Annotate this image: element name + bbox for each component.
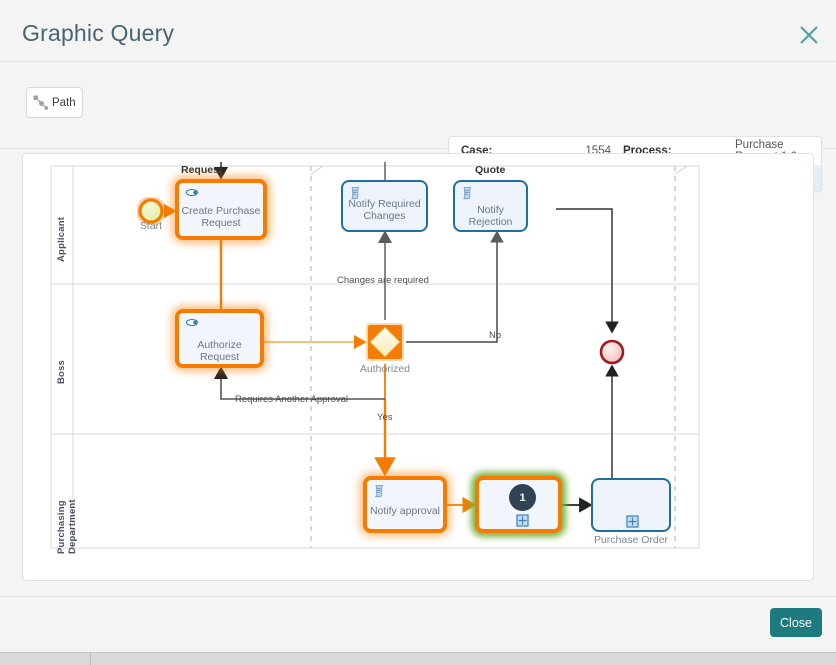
node-create-purchase-request-label: Create Purchase Request [181, 205, 261, 229]
toolbar: Path Case: 1554 Process: Purchase Reques… [0, 62, 836, 192]
node-notify-rejection-label: Notify Rejection [468, 204, 513, 228]
node-authorize-request-label: Authorize Request [197, 339, 242, 363]
modal-header: Graphic Query [0, 0, 836, 62]
pool-header-quote: Quote [475, 164, 506, 176]
window-status-bar [0, 652, 836, 665]
process-diagram-container[interactable]: Request Quote Applicant Boss Purchasing … [22, 153, 814, 581]
lane-title-purchasing-department: Purchasing Department [56, 499, 78, 554]
bpmn-canvas[interactable]: Request Quote Applicant Boss Purchasing … [23, 154, 813, 580]
current-task-badge: 1 [509, 484, 536, 511]
path-nodes-icon [32, 94, 49, 111]
flow-label-no: No [489, 330, 502, 341]
user-task-icon [185, 317, 199, 331]
script-task-icon [373, 484, 387, 498]
node-authorized-gateway[interactable] [363, 320, 407, 364]
pool-header-request: Request [181, 164, 223, 176]
node-notify-rejection[interactable]: Notify Rejection [453, 180, 528, 232]
lane-title-boss: Boss [56, 359, 67, 384]
flow-label-changes-are-required: Changes are required [337, 275, 429, 286]
node-notify-required-changes[interactable]: Notify Required Changes [341, 180, 428, 232]
node-create-purchase-request[interactable]: Create Purchase Request [175, 179, 267, 240]
close-button[interactable]: Close [770, 608, 822, 637]
node-purchase-order[interactable] [591, 478, 671, 532]
node-authorized-gateway-label: Authorized [359, 363, 411, 375]
node-notify-approval[interactable]: Notify approval [363, 476, 447, 533]
node-current-task[interactable]: 1 [475, 476, 562, 533]
graphic-query-modal: Graphic Query Path Case: 1554 Process: P… [0, 0, 836, 665]
flow-label-requires-another-approval: Requires Another Approval [235, 394, 349, 405]
footer-divider [0, 596, 836, 597]
script-task-icon [461, 186, 475, 200]
node-end-event[interactable] [598, 338, 626, 366]
page-title: Graphic Query [22, 20, 175, 46]
user-task-icon [185, 187, 199, 201]
close-icon[interactable] [796, 22, 822, 48]
path-button-label: Path [52, 96, 76, 109]
node-notify-approval-label: Notify approval [369, 505, 441, 517]
modal-footer: Close [0, 596, 836, 652]
subprocess-plus-icon [626, 515, 639, 528]
flow-label-yes: Yes [377, 412, 393, 423]
lane-title-applicant: Applicant [56, 216, 67, 262]
node-purchase-order-label: Purchase Order [593, 534, 669, 546]
path-button[interactable]: Path [26, 87, 83, 118]
node-authorize-request[interactable]: Authorize Request [175, 309, 264, 368]
subprocess-plus-icon [516, 514, 529, 527]
node-notify-required-changes-label: Notify Required Changes [348, 198, 421, 222]
status-bar-divider [90, 653, 91, 665]
